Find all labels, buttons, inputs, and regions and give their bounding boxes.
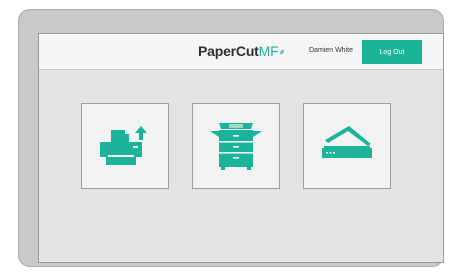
scanner-icon — [319, 124, 375, 169]
copy-tile[interactable] — [192, 103, 280, 189]
touch-screen: PaperCutMF Damien White Log Out — [38, 33, 444, 263]
print-release-tile[interactable] — [81, 103, 169, 189]
logo-text-suffix: MF — [258, 43, 279, 59]
copier-icon — [209, 117, 263, 176]
user-name: Damien White — [309, 47, 353, 54]
header-bar: PaperCutMF Damien White Log Out — [39, 34, 443, 70]
logo-text-main: PaperCut — [198, 43, 259, 59]
release-print-icon — [98, 122, 152, 171]
leaf-icon — [279, 43, 285, 59]
scan-tile[interactable] — [303, 103, 391, 189]
logout-button[interactable]: Log Out — [362, 40, 422, 64]
papercut-logo: PaperCutMF — [198, 43, 285, 61]
